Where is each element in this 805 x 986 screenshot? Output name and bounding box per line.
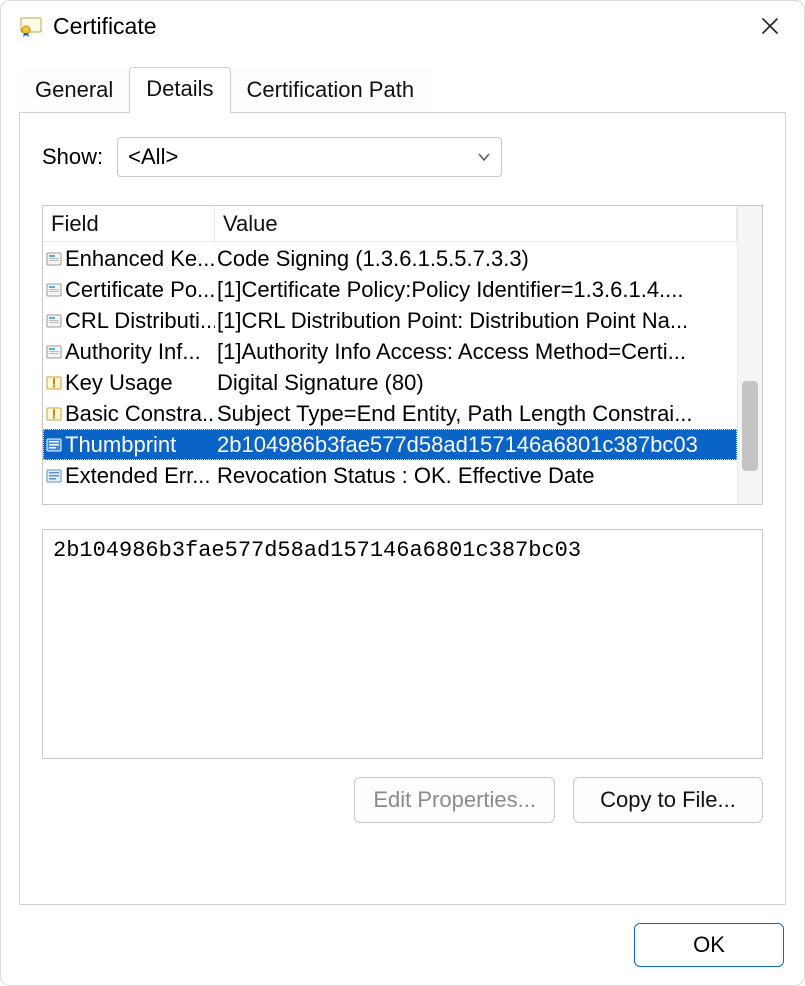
field-icon: [45, 250, 63, 268]
field-value: [1]Certificate Policy:Policy Identifier=…: [215, 277, 737, 303]
details-panel: Show: <All> Field Value Enhanced Ke...Co…: [19, 112, 786, 905]
field-value: [1]Authority Info Access: Access Method=…: [215, 339, 737, 365]
field-icon: [45, 343, 63, 361]
tab-certification-path[interactable]: Certification Path: [231, 69, 431, 113]
list-row[interactable]: Certificate Po...[1]Certificate Policy:P…: [43, 274, 737, 305]
field-name: Basic Constra...: [65, 401, 215, 427]
button-row: Edit Properties... Copy to File...: [42, 777, 763, 823]
edit-properties-button[interactable]: Edit Properties...: [354, 777, 555, 823]
field-value: Digital Signature (80): [215, 370, 737, 396]
copy-to-file-button[interactable]: Copy to File...: [573, 777, 763, 823]
window-title: Certificate: [53, 13, 748, 40]
show-selected: <All>: [128, 144, 178, 170]
col-field[interactable]: Field: [43, 207, 215, 242]
show-row: Show: <All>: [42, 137, 763, 177]
certificate-dialog: Certificate General Details Certificatio…: [0, 0, 805, 986]
field-name: Enhanced Ke...: [65, 246, 215, 272]
scrollbar[interactable]: [737, 206, 762, 504]
titlebar: Certificate: [1, 1, 804, 47]
field-name: Certificate Po...: [65, 277, 215, 303]
list-row[interactable]: Key Usage Digital Signature (80): [43, 367, 737, 398]
list-header: Field Value: [43, 206, 737, 243]
field-value: Subject Type=End Entity, Path Length Con…: [215, 401, 737, 427]
field-icon: [45, 405, 63, 423]
chevron-down-icon: [477, 150, 491, 164]
field-name: Authority Inf...: [65, 339, 201, 365]
field-value: Code Signing (1.3.6.1.5.5.7.3.3): [215, 246, 737, 272]
fields-list[interactable]: Field Value Enhanced Ke...Code Signing (…: [42, 205, 763, 505]
field-value: Revocation Status : OK. Effective Date: [215, 463, 737, 489]
certificate-icon: [19, 14, 43, 38]
field-icon: [45, 436, 63, 454]
field-value: 2b104986b3fae577d58ad157146a6801c387bc03: [215, 432, 737, 458]
field-name: Key Usage: [65, 370, 173, 396]
tab-general[interactable]: General: [19, 69, 129, 113]
tab-strip: General Details Certification Path: [19, 67, 786, 113]
list-row[interactable]: Extended Err...Revocation Status : OK. E…: [43, 460, 737, 491]
field-icon: [45, 467, 63, 485]
field-value: [1]CRL Distribution Point: Distribution …: [215, 308, 737, 334]
field-name: CRL Distributi...: [65, 308, 215, 334]
field-name: Thumbprint: [65, 432, 176, 458]
detail-value-box[interactable]: 2b104986b3fae577d58ad157146a6801c387bc03: [42, 529, 763, 759]
field-icon: [45, 312, 63, 330]
list-row[interactable]: Thumbprint 2b104986b3fae577d58ad157146a68…: [43, 429, 737, 460]
list-row[interactable]: Authority Inf... [1]Authority Info Access…: [43, 336, 737, 367]
close-button[interactable]: [748, 10, 792, 42]
list-row[interactable]: Basic Constra...Subject Type=End Entity,…: [43, 398, 737, 429]
show-combo[interactable]: <All>: [117, 137, 502, 177]
field-icon: [45, 281, 63, 299]
field-name: Extended Err...: [65, 463, 211, 489]
list-row[interactable]: CRL Distributi...[1]CRL Distribution Poi…: [43, 305, 737, 336]
ok-button[interactable]: OK: [634, 923, 784, 967]
tab-details[interactable]: Details: [129, 67, 230, 113]
list-row[interactable]: Enhanced Ke...Code Signing (1.3.6.1.5.5.…: [43, 243, 737, 274]
field-icon: [45, 374, 63, 392]
col-value[interactable]: Value: [215, 207, 737, 242]
scrollbar-thumb[interactable]: [742, 381, 758, 471]
footer: OK: [1, 905, 804, 985]
show-label: Show:: [42, 144, 103, 170]
